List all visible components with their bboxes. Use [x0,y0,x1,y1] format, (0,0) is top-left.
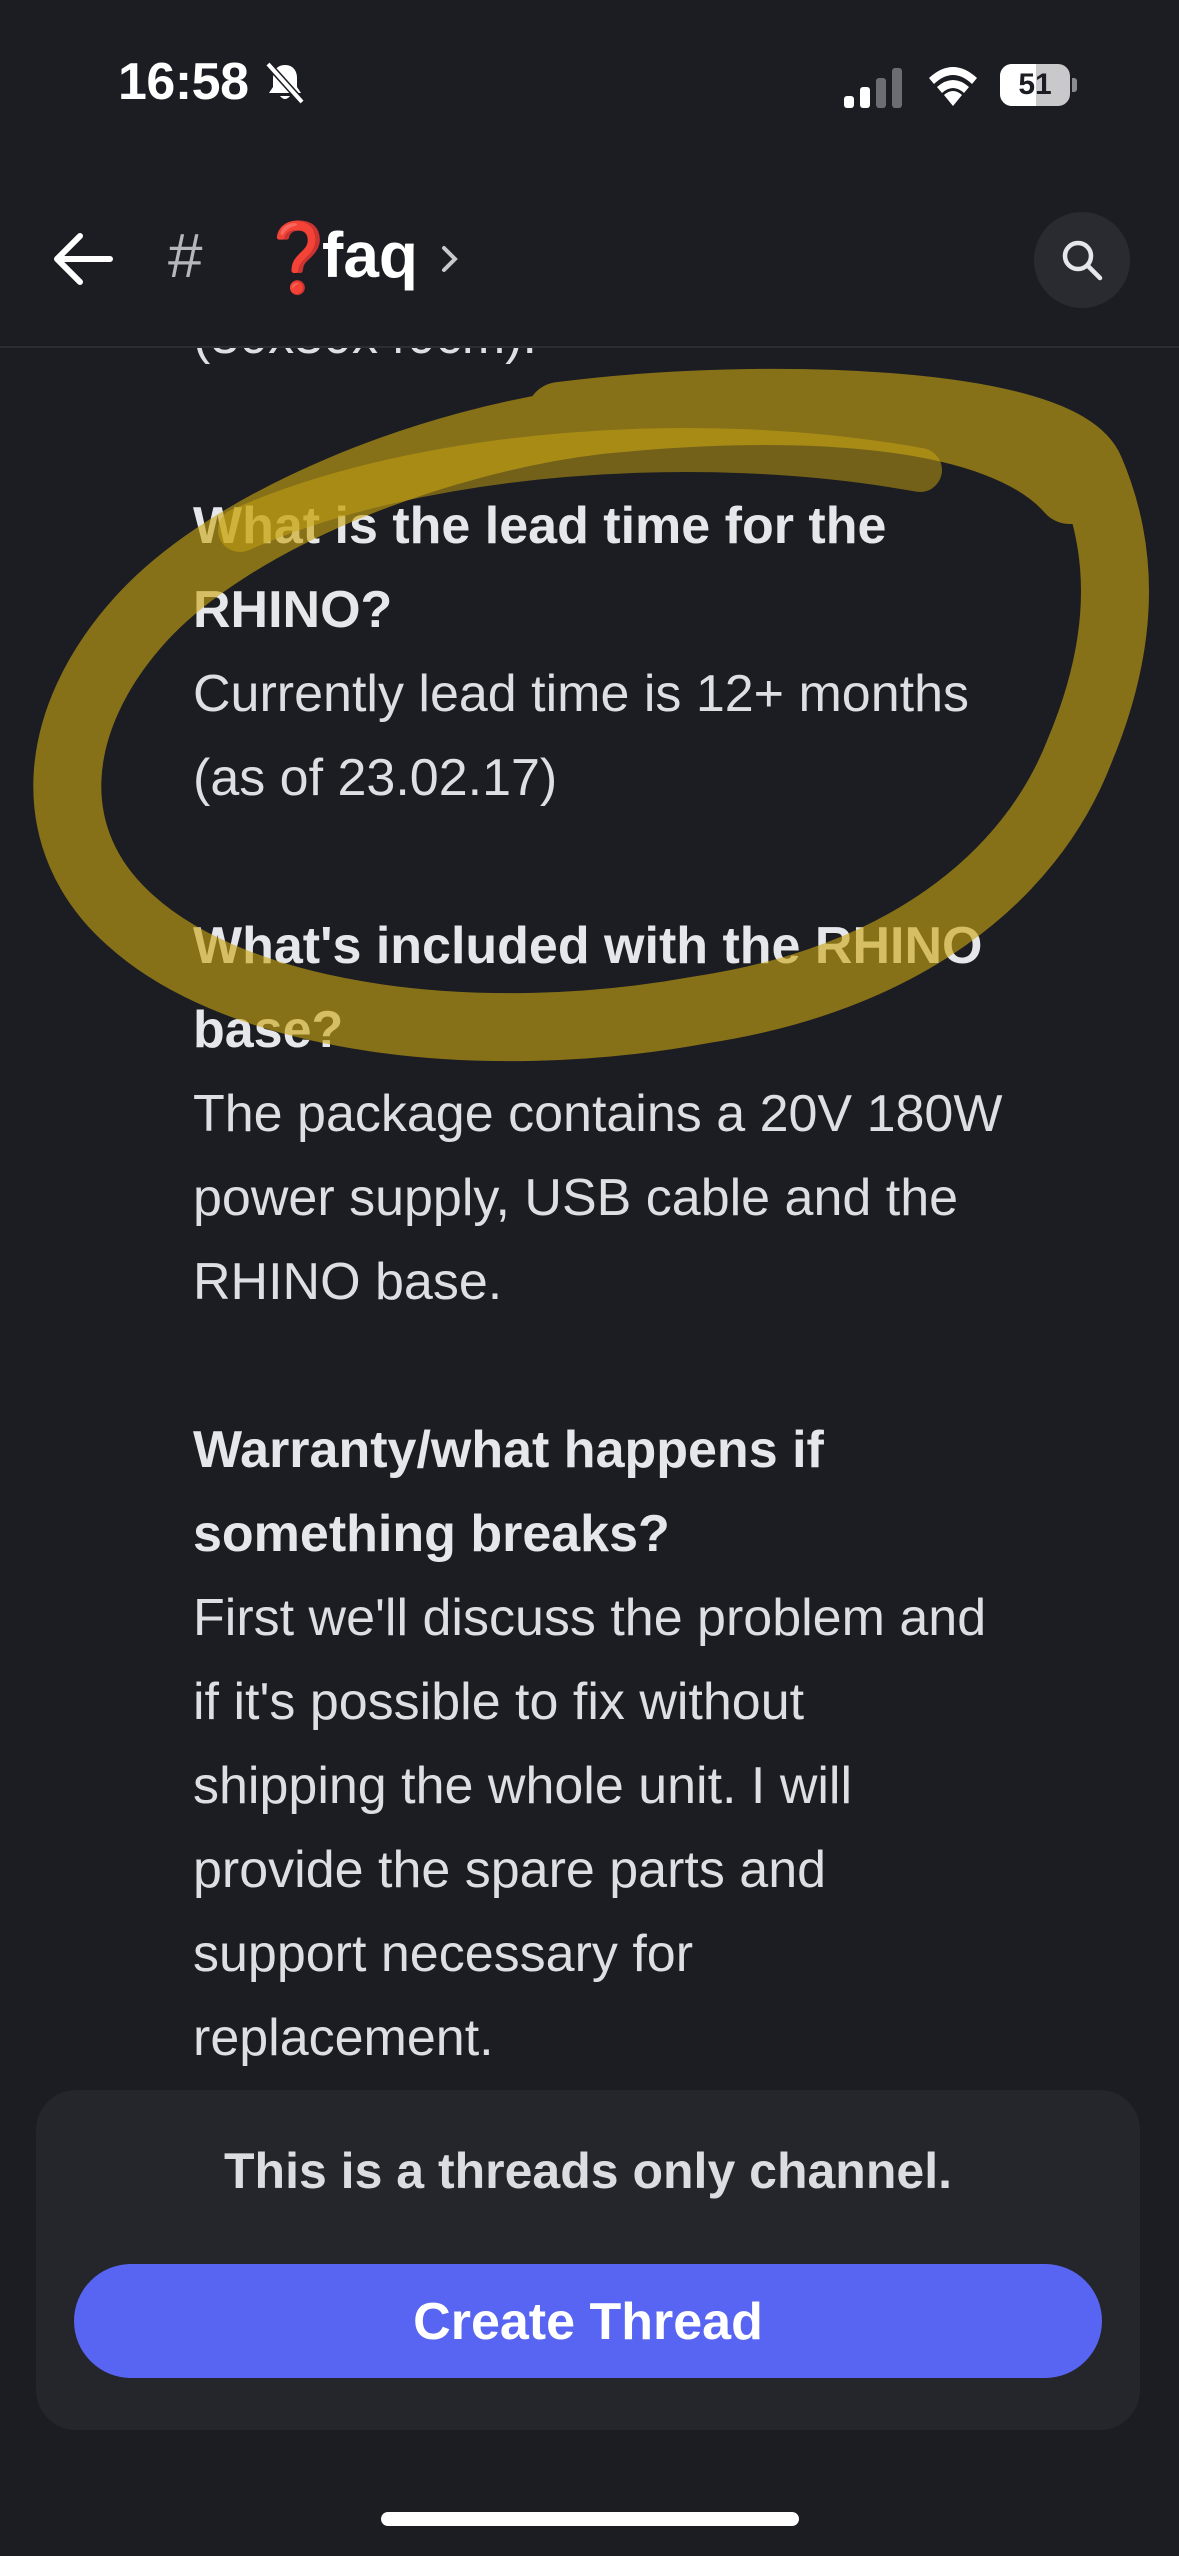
bell-off-icon [265,61,305,105]
faq-answer: support necessary for [193,1925,694,1983]
chevron-right-icon[interactable] [440,242,460,276]
threads-only-panel: This is a threads only channel. Create T… [36,2090,1140,2430]
faq-question: base? [193,1001,344,1059]
search-icon [1062,240,1103,281]
app-screen: 16:58 51 # ❓ faq What is the lead time f… [0,0,1179,2556]
faq-answer: First we'll discuss the problem and [193,1589,987,1647]
faq-answer: Currently lead time is 12+ months [193,665,970,723]
faq-question: Warranty/what happens if [193,1421,824,1479]
faq-answer: provide the spare parts and [193,1841,827,1899]
battery-level: 51 [1018,68,1052,101]
channel-header: # ❓ faq [0,170,1179,348]
back-button[interactable] [48,224,118,294]
faq-question: something breaks? [193,1505,670,1563]
faq-answer: if it's possible to fix without [193,1673,805,1731]
faq-answer: shipping the whole unit. I will [193,1757,853,1815]
status-bar: 16:58 51 [0,0,1179,170]
signal-icon [844,68,902,108]
channel-title[interactable]: faq [322,220,418,291]
create-thread-button[interactable]: Create Thread [74,2264,1102,2378]
faq-message: (30x30x40cm). What is the lead time for … [0,300,1179,2100]
status-time: 16:58 [118,53,249,111]
hash-icon: # [168,222,203,291]
faq-answer: The package contains a 20V 180W [193,1085,1003,1143]
faq-question: What's included with the RHINO [193,917,983,975]
faq-answer: (as of 23.02.17) [193,749,558,807]
search-button[interactable] [1034,212,1130,308]
faq-question: What is the lead time for the [193,497,887,555]
faq-question: RHINO? [193,581,393,639]
home-indicator[interactable] [381,2512,799,2526]
faq-answer: replacement. [193,2009,494,2067]
faq-answer: power supply, USB cable and the [193,1169,959,1227]
faq-answer: RHINO base. [193,1253,503,1311]
wifi-icon [929,67,977,106]
threads-only-message: This is a threads only channel. [224,2143,952,2199]
battery-indicator: 51 [1000,64,1077,106]
